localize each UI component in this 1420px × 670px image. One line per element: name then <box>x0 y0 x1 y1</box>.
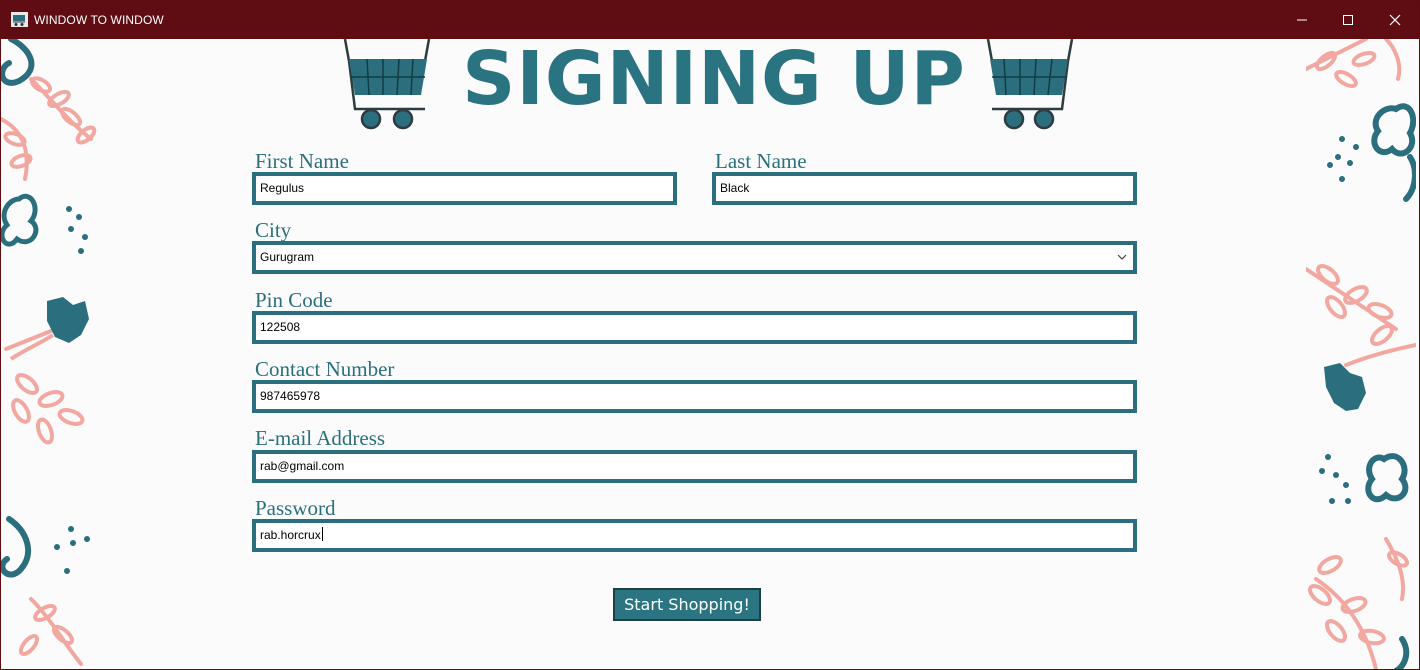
shopping-cart-icon <box>343 39 431 130</box>
chevron-down-icon <box>1117 254 1127 260</box>
floral-decoration-left <box>1 39 97 666</box>
email-label: E-mail Address <box>255 426 386 450</box>
city-label: City <box>255 218 292 242</box>
maximize-button[interactable] <box>1325 1 1371 39</box>
password-label: Password <box>255 496 336 520</box>
city-select[interactable]: Gurugram <box>252 241 1137 274</box>
last-name-field[interactable]: Black <box>712 172 1137 205</box>
start-shopping-button[interactable]: Start Shopping! <box>613 588 761 621</box>
pin-code-label: Pin Code <box>255 288 333 312</box>
contact-number-label: Contact Number <box>255 357 395 381</box>
email-field[interactable]: rab@gmail.com <box>252 450 1137 483</box>
close-button[interactable] <box>1372 1 1418 39</box>
first-name-field[interactable]: Regulus <box>252 172 677 205</box>
city-select-value: Gurugram <box>260 250 315 264</box>
minimize-button[interactable] <box>1279 1 1325 39</box>
minimize-icon <box>1297 19 1307 21</box>
first-name-label: First Name <box>255 149 349 173</box>
app-window: WINDOW TO WINDOW SIGNING UP First Name R… <box>0 0 1420 670</box>
page-heading: SIGNING UP <box>462 36 966 122</box>
contact-number-field[interactable]: 987465978 <box>252 380 1137 413</box>
content-area: SIGNING UP First Name Regulus Last Name … <box>1 36 1419 669</box>
text-caret <box>321 527 323 541</box>
pin-code-field[interactable]: 122508 <box>252 311 1137 344</box>
title-bar: WINDOW TO WINDOW <box>1 1 1419 39</box>
maximize-icon <box>1343 15 1353 25</box>
last-name-label: Last Name <box>715 149 807 173</box>
password-field[interactable]: rab.horcrux <box>252 519 1137 552</box>
shopping-cart-icon <box>986 39 1074 130</box>
header: SIGNING UP <box>341 36 1081 131</box>
window-title: WINDOW TO WINDOW <box>34 13 164 27</box>
password-value: rab.horcrux <box>260 528 321 542</box>
floral-decoration-right <box>1306 39 1416 669</box>
shopping-cart-icon <box>11 12 28 27</box>
close-icon <box>1389 14 1401 26</box>
